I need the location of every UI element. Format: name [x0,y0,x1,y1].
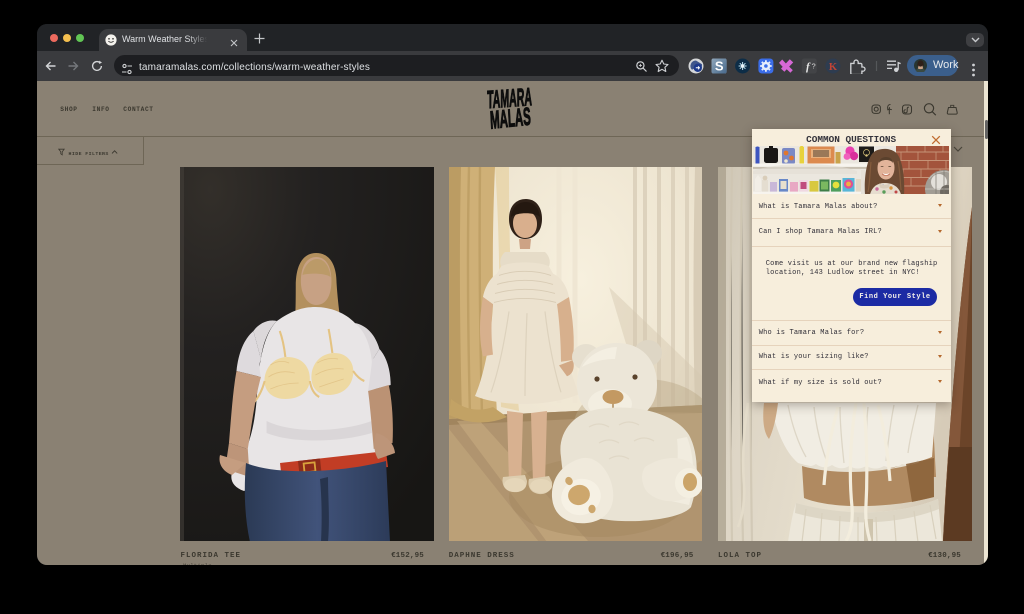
svg-text:?: ? [812,62,816,71]
svg-text:HIDE FILTERS: HIDE FILTERS [69,150,109,156]
svg-text:MALAS: MALAS [489,103,531,131]
svg-text:K: K [829,62,838,73]
svg-text:S: S [715,59,724,74]
